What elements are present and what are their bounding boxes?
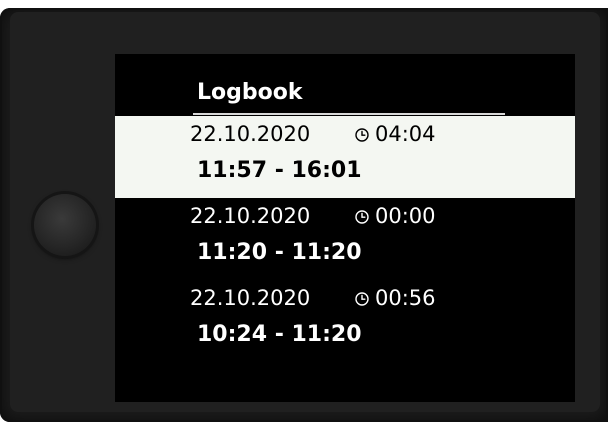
entry-duration-value: 00:00 (375, 204, 436, 228)
entry-date: 22.10.2020 (190, 286, 311, 310)
title-divider (193, 113, 505, 115)
page-title: Logbook (197, 80, 303, 105)
entry-duration: 00:00 (355, 204, 436, 228)
clock-icon (355, 292, 369, 306)
entry-time-range: 11:20 - 11:20 (197, 240, 362, 265)
clock-icon (355, 128, 369, 142)
entry-time-range: 10:24 - 11:20 (197, 322, 362, 347)
entry-duration: 04:04 (355, 122, 436, 146)
entry-duration-value: 04:04 (375, 122, 436, 146)
device-bezel: Logbook 22.10.2020 04:04 11:57 - 16:01 2… (0, 8, 608, 422)
entry-duration-value: 00:56 (375, 286, 436, 310)
entry-duration: 00:56 (355, 286, 436, 310)
logbook-entry-2[interactable]: 22.10.2020 00:00 11:20 - 11:20 (115, 198, 575, 280)
knob-button[interactable] (34, 194, 96, 256)
logbook-screen: Logbook 22.10.2020 04:04 11:57 - 16:01 2… (115, 54, 575, 402)
clock-icon (355, 210, 369, 224)
logbook-entry-1[interactable]: 22.10.2020 04:04 11:57 - 16:01 (115, 116, 575, 198)
entry-date: 22.10.2020 (190, 122, 311, 146)
logbook-entry-3[interactable]: 22.10.2020 00:56 10:24 - 11:20 (115, 280, 575, 362)
entry-time-range: 11:57 - 16:01 (197, 158, 362, 183)
entry-date: 22.10.2020 (190, 204, 311, 228)
